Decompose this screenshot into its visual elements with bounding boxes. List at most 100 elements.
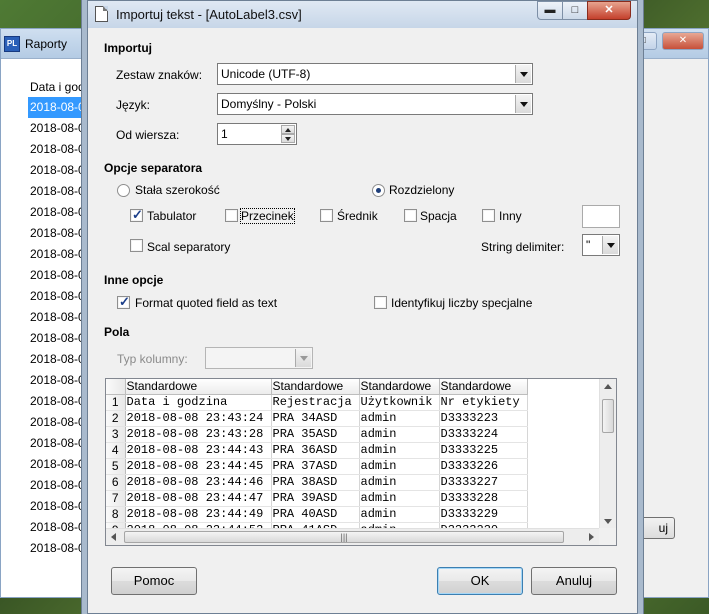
- comma-checkbox[interactable]: [225, 209, 238, 222]
- table-cell: Rejestracja: [271, 394, 360, 411]
- scroll-corner: [599, 528, 616, 545]
- table-row[interactable]: 4 2018-08-08 23:44:43 PRA 36ASD admin D33332…: [106, 442, 528, 459]
- spin-down-icon[interactable]: [281, 134, 295, 143]
- scroll-left-icon[interactable]: [111, 533, 116, 541]
- help-button[interactable]: Pomoc: [111, 567, 197, 595]
- quoted-field-label[interactable]: Format quoted field as text: [135, 296, 277, 310]
- fixed-width-label[interactable]: Stała szerokość: [135, 183, 220, 197]
- semicolon-label[interactable]: Średnik: [337, 209, 378, 223]
- table-cell: D3333223: [439, 410, 528, 427]
- special-numbers-checkbox[interactable]: [374, 296, 387, 309]
- table-cell: PRA 38ASD: [271, 474, 360, 491]
- app-icon: PL: [4, 36, 20, 52]
- other-separator-input[interactable]: [582, 205, 620, 228]
- table-cell: Data i godzina: [125, 394, 272, 411]
- grid-corner[interactable]: [106, 379, 126, 395]
- other-checkbox[interactable]: [482, 209, 495, 222]
- minimize-icon[interactable]: ▬: [537, 1, 563, 20]
- scroll-down-icon[interactable]: [604, 519, 612, 524]
- other-label[interactable]: Inny: [499, 209, 522, 223]
- table-cell: PRA 35ASD: [271, 426, 360, 443]
- table-cell: 2018-08-08 23:44:49: [125, 506, 272, 523]
- chevron-down-icon[interactable]: [295, 349, 311, 367]
- column-type-label: Typ kolumny:: [117, 352, 188, 366]
- chevron-down-icon[interactable]: [602, 236, 618, 254]
- vertical-scroll-thumb[interactable]: [602, 399, 614, 433]
- close-icon[interactable]: ✕: [587, 1, 631, 20]
- separator-section-title: Opcje separatora: [104, 161, 203, 175]
- special-numbers-label[interactable]: Identyfikuj liczby specjalne: [391, 296, 532, 310]
- column-type-header[interactable]: Standardowe: [125, 379, 272, 395]
- table-cell: admin: [359, 490, 440, 507]
- row-number[interactable]: 4: [106, 442, 126, 459]
- table-row[interactable]: 3 2018-08-08 23:43:28 PRA 35ASD admin D33332…: [106, 426, 528, 443]
- dialog-client-area: Importuj Zestaw znaków: Unicode (UTF-8) …: [95, 28, 630, 607]
- string-delimiter-dropdown[interactable]: ": [582, 234, 620, 256]
- row-number[interactable]: 1: [106, 394, 126, 411]
- language-label: Język:: [116, 98, 151, 112]
- merge-checkbox[interactable]: [130, 239, 143, 252]
- charset-value: Unicode (UTF-8): [221, 67, 311, 81]
- background-button[interactable]: uj: [637, 517, 675, 539]
- import-section-title: Importuj: [104, 41, 152, 55]
- column-type-header[interactable]: Standardowe: [359, 379, 440, 395]
- language-dropdown[interactable]: Domyślny - Polski: [217, 93, 533, 115]
- from-row-stepper[interactable]: 1: [217, 123, 297, 145]
- scroll-right-icon[interactable]: [589, 533, 594, 541]
- table-row[interactable]: 6 2018-08-08 23:44:46 PRA 38ASD admin D33332…: [106, 474, 528, 491]
- document-icon: [95, 6, 108, 22]
- string-delimiter-value: ": [586, 238, 591, 252]
- table-row[interactable]: 7 2018-08-08 23:44:47 PRA 39ASD admin D33332…: [106, 490, 528, 507]
- row-number[interactable]: 3: [106, 426, 126, 443]
- column-header-date[interactable]: Data i godz: [30, 80, 91, 94]
- table-cell: PRA 37ASD: [271, 458, 360, 475]
- quoted-field-checkbox[interactable]: [117, 294, 130, 310]
- column-type-header[interactable]: Standardowe: [439, 379, 528, 395]
- table-cell: 2018-08-08 23:43:24: [125, 410, 272, 427]
- separated-radio[interactable]: [372, 184, 385, 197]
- tab-label[interactable]: Tabulator: [147, 209, 196, 223]
- comma-label[interactable]: Przecinek: [240, 208, 295, 224]
- bg-close-icon[interactable]: ✕: [662, 32, 704, 50]
- cancel-button[interactable]: Anuluj: [531, 567, 617, 595]
- preview-grid[interactable]: Standardowe Standardowe Standardowe Stan…: [105, 378, 617, 546]
- tab-checkbox[interactable]: [130, 207, 143, 223]
- space-checkbox[interactable]: [404, 209, 417, 222]
- table-row[interactable]: 8 2018-08-08 23:44:49 PRA 40ASD admin D33332…: [106, 506, 528, 523]
- separated-label[interactable]: Rozdzielony: [389, 183, 454, 197]
- spin-up-icon[interactable]: [281, 125, 295, 134]
- chevron-down-icon[interactable]: [515, 65, 531, 83]
- row-number[interactable]: 7: [106, 490, 126, 507]
- maximize-icon[interactable]: □: [562, 1, 588, 20]
- merge-label[interactable]: Scal separatory: [147, 240, 230, 254]
- row-number[interactable]: 6: [106, 474, 126, 491]
- other-options-title: Inne opcje: [104, 273, 164, 287]
- fixed-width-radio[interactable]: [117, 184, 130, 197]
- table-row[interactable]: 1 Data i godzina Rejestracja Użytkownik Nr e…: [106, 394, 528, 411]
- semicolon-checkbox[interactable]: [320, 209, 333, 222]
- table-cell: PRA 40ASD: [271, 506, 360, 523]
- row-number[interactable]: 2: [106, 410, 126, 427]
- table-cell: admin: [359, 426, 440, 443]
- column-type-header[interactable]: Standardowe: [271, 379, 360, 395]
- row-number[interactable]: 5: [106, 458, 126, 475]
- chevron-down-icon[interactable]: [515, 95, 531, 113]
- space-label[interactable]: Spacja: [420, 209, 457, 223]
- row-number[interactable]: 8: [106, 506, 126, 523]
- table-cell: PRA 36ASD: [271, 442, 360, 459]
- scroll-up-icon[interactable]: [604, 384, 612, 389]
- ok-button[interactable]: OK: [437, 567, 523, 595]
- table-row[interactable]: 5 2018-08-08 23:44:45 PRA 37ASD admin D33332…: [106, 458, 528, 475]
- column-type-dropdown[interactable]: [205, 347, 313, 369]
- horizontal-scroll-thumb[interactable]: |||: [124, 531, 564, 543]
- vertical-scrollbar[interactable]: [599, 379, 616, 529]
- table-row[interactable]: 2 2018-08-08 23:43:24 PRA 34ASD admin D33332…: [106, 410, 528, 427]
- dialog-titlebar[interactable]: Importuj tekst - [AutoLabel3.csv] ▬ □ ✕: [88, 1, 637, 28]
- table-cell: 2018-08-08 23:44:45: [125, 458, 272, 475]
- horizontal-scrollbar[interactable]: |||: [106, 528, 599, 545]
- charset-dropdown[interactable]: Unicode (UTF-8): [217, 63, 533, 85]
- table-cell: D3333227: [439, 474, 528, 491]
- fields-section-title: Pola: [104, 325, 130, 339]
- import-text-dialog: Importuj tekst - [AutoLabel3.csv] ▬ □ ✕ Im…: [87, 0, 638, 614]
- from-row-label: Od wiersza:: [116, 128, 180, 142]
